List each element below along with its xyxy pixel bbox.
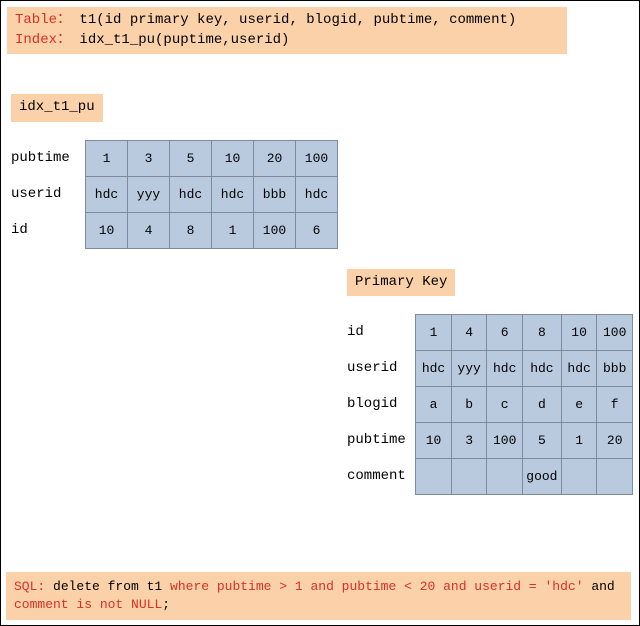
pk-cell: bbb	[597, 351, 633, 387]
idx-cell: hdc	[296, 176, 338, 212]
idx-cell: 100	[254, 212, 296, 248]
idx-cell: yyy	[128, 176, 170, 212]
idx-row-label: userid	[11, 176, 77, 212]
index-keyword: Index：	[15, 32, 71, 48]
pk-cell: yyy	[451, 351, 487, 387]
pk-cell: 100	[487, 423, 523, 459]
pk-cell: f	[597, 387, 633, 423]
table-definition: t1(id primary key, userid, blogid, pubti…	[79, 12, 516, 28]
pk-cell: 3	[451, 423, 487, 459]
idx-cell: 5	[170, 140, 212, 176]
pk-cell: b	[451, 387, 487, 423]
pk-cell: 20	[597, 423, 633, 459]
idx-cell: 3	[128, 140, 170, 176]
sql-text: delete from t1	[45, 579, 170, 594]
pk-cell: 10	[561, 315, 597, 351]
pk-cell: e	[561, 387, 597, 423]
pk-cell: 100	[597, 315, 633, 351]
idx-cell: 1	[212, 212, 254, 248]
idx-cell: hdc	[86, 176, 128, 212]
index-title: idx_t1_pu	[11, 94, 103, 122]
idx-cell: hdc	[170, 176, 212, 212]
index-section: idx_t1_pu pubtime userid id 1 3 5 10 20 …	[7, 84, 633, 249]
schema-header: Table： t1(id primary key, userid, blogid…	[7, 7, 567, 54]
pk-cell: 6	[487, 315, 523, 351]
index-definition: idx_t1_pu(puptime,userid)	[79, 32, 289, 48]
table-keyword: Table：	[15, 12, 71, 28]
pk-cell	[597, 459, 633, 495]
sql-statement: SQL: delete from t1 where pubtime > 1 an…	[6, 572, 631, 620]
pk-cell	[561, 459, 597, 495]
idx-cell: 10	[86, 212, 128, 248]
index-grid: 1 3 5 10 20 100 hdc yyy hdc hdc bbb hdc …	[85, 140, 338, 249]
sql-text: ;	[162, 597, 170, 612]
pk-cell: c	[487, 387, 523, 423]
pk-cell: hdc	[523, 351, 562, 387]
pk-cell: hdc	[561, 351, 597, 387]
pk-row-label: blogid	[347, 386, 407, 422]
pk-row-label: pubtime	[347, 422, 407, 458]
pk-cell: 4	[451, 315, 487, 351]
pk-title: Primary Key	[347, 269, 455, 297]
pk-cell	[416, 459, 452, 495]
idx-cell: bbb	[254, 176, 296, 212]
pk-cell: 1	[561, 423, 597, 459]
pk-cell: d	[523, 387, 562, 423]
pk-cell: 8	[523, 315, 562, 351]
pk-cell: a	[416, 387, 452, 423]
pk-row-label: comment	[347, 458, 407, 494]
idx-cell: 10	[212, 140, 254, 176]
idx-cell: 6	[296, 212, 338, 248]
idx-cell: 4	[128, 212, 170, 248]
sql-where: where pubtime > 1 and pubtime < 20 and u…	[170, 579, 583, 594]
pk-cell	[451, 459, 487, 495]
idx-cell: 100	[296, 140, 338, 176]
pk-cell: hdc	[487, 351, 523, 387]
idx-cell: 1	[86, 140, 128, 176]
pk-cell: good	[523, 459, 562, 495]
sql-text: and	[584, 579, 615, 594]
sql-keyword: SQL:	[14, 579, 45, 594]
pk-cell: hdc	[416, 351, 452, 387]
pk-cell	[487, 459, 523, 495]
pk-cell: 10	[416, 423, 452, 459]
pk-row-label: id	[347, 314, 407, 350]
pk-grid: 1 4 6 8 10 100 hdc yyy hdc hdc hdc bbb a…	[415, 314, 633, 495]
idx-cell: hdc	[212, 176, 254, 212]
primary-key-section: Primary Key id userid blogid pubtime com…	[347, 269, 633, 496]
idx-row-label: pubtime	[11, 140, 77, 176]
pk-row-label: userid	[347, 350, 407, 386]
pk-cell: 1	[416, 315, 452, 351]
idx-cell: 8	[170, 212, 212, 248]
idx-row-label: id	[11, 212, 77, 248]
sql-condition: comment is not NULL	[14, 597, 162, 612]
idx-cell: 20	[254, 140, 296, 176]
pk-cell: 5	[523, 423, 562, 459]
